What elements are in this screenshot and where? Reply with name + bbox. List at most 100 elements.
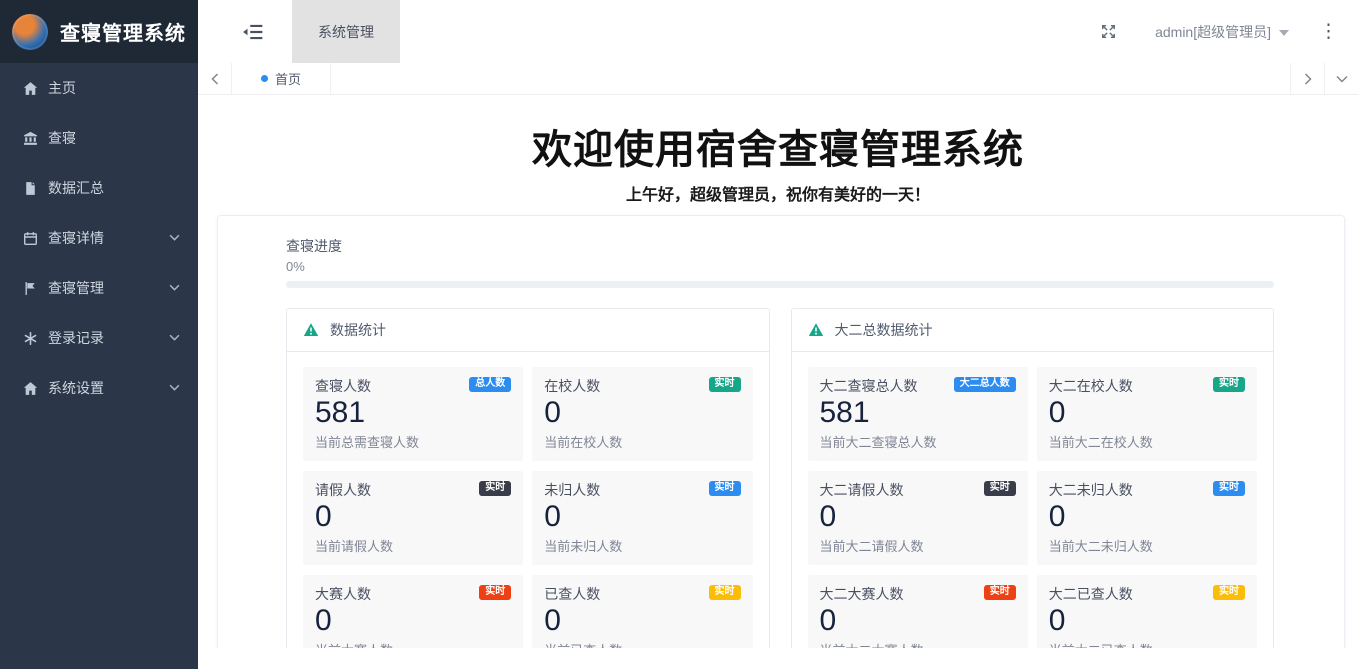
stat-value: 0: [1049, 501, 1245, 533]
stat-label: 大二已查人数: [1049, 585, 1133, 603]
stat-card: 大二查寝总人数 大二总人数 581 当前大二查寝总人数: [808, 367, 1028, 461]
stat-label: 大二大赛人数: [820, 585, 904, 603]
stat-badge: 实时: [1213, 585, 1245, 600]
more-actions-icon[interactable]: ⋮: [1315, 20, 1342, 43]
panel-header: 数据统计: [287, 309, 769, 352]
stat-value: 0: [1049, 397, 1245, 429]
stat-footer: 当前大二未归人数: [1049, 536, 1245, 555]
stat-footer: 当前已查人数: [544, 640, 740, 648]
stat-card: 大赛人数 实时 0 当前大赛人数: [303, 575, 523, 648]
stat-card: 大二在校人数 实时 0 当前大二在校人数: [1037, 367, 1257, 461]
stat-footer: 当前总需查寝人数: [315, 432, 511, 451]
dashboard-card: 查寝进度 0% 数据统计: [217, 215, 1345, 648]
main-content: 欢迎使用宿舍查寝管理系统 上午好，超级管理员，祝你有美好的一天！ 查寝进度 0%: [198, 95, 1358, 648]
stat-footer: 当前大二在校人数: [1049, 432, 1245, 451]
bank-icon: [22, 130, 38, 146]
active-tab-dot: [261, 75, 268, 82]
stat-footer: 当前未归人数: [544, 536, 740, 555]
sidebar-item-label: 登录记录: [48, 328, 169, 348]
stat-label: 大赛人数: [315, 585, 371, 603]
sidebar-item-1[interactable]: 查寝: [0, 113, 198, 163]
topbar: 系统管理 admin[超级管理员] ⋮: [198, 0, 1358, 63]
stat-card: 未归人数 实时 0 当前未归人数: [532, 471, 752, 565]
fullscreen-icon[interactable]: [1095, 19, 1121, 45]
app-root: 查寝管理系统 主页 查寝 数据汇总 查寝详情 查寝管理 登录记录 系统设置: [0, 0, 1358, 669]
app-logo-area: 查寝管理系统: [0, 0, 198, 63]
stat-value: 0: [820, 605, 1016, 637]
stat-footer: 当前大二查寝总人数: [820, 432, 1016, 451]
stat-card: 大二未归人数 实时 0 当前大二未归人数: [1037, 471, 1257, 565]
app-logo: [12, 14, 48, 50]
stat-label: 大二未归人数: [1049, 481, 1133, 499]
tab-home[interactable]: 首页: [232, 63, 331, 94]
stat-badge: 实时: [479, 481, 511, 496]
stat-label: 未归人数: [544, 481, 600, 499]
sidebar-item-5[interactable]: 登录记录: [0, 313, 198, 363]
panel-body: 查寝人数 总人数 581 当前总需查寝人数 在校人数 实时 0 当前在校人数 请…: [287, 352, 769, 648]
chevron-down-icon: [169, 284, 180, 292]
sidebar-item-3[interactable]: 查寝详情: [0, 213, 198, 263]
sidebar-item-label: 查寝详情: [48, 228, 169, 248]
stat-label: 大二请假人数: [820, 481, 904, 499]
sidebar-item-label: 查寝: [48, 128, 180, 148]
sidebar-item-label: 系统设置: [48, 378, 169, 398]
stat-badge: 实时: [1213, 377, 1245, 392]
stat-card: 大二请假人数 实时 0 当前大二请假人数: [808, 471, 1028, 565]
stat-footer: 当前大二已查人数: [1049, 640, 1245, 648]
user-dropdown[interactable]: admin[超级管理员]: [1155, 22, 1289, 42]
stat-value: 0: [820, 501, 1016, 533]
stat-label: 大二在校人数: [1049, 377, 1133, 395]
stat-footer: 当前大二大赛人数: [820, 640, 1016, 648]
panel-title: 大二总数据统计: [835, 320, 933, 340]
app-title: 查寝管理系统: [60, 17, 186, 46]
stat-value: 0: [1049, 605, 1245, 637]
tab-system-management-label: 系统管理: [318, 22, 374, 42]
tabs-scroll-right-icon[interactable]: [1290, 63, 1324, 94]
tabs-scroll-left-icon[interactable]: [198, 63, 232, 94]
stats-panels: 数据统计 查寝人数 总人数 581 当前总需查寝人数 在校人数 实时 0 当前在…: [286, 308, 1274, 648]
stat-label: 在校人数: [544, 377, 600, 395]
sidebar-item-6[interactable]: 系统设置: [0, 363, 198, 413]
sidebar-item-label: 数据汇总: [48, 178, 180, 198]
stat-card: 大二已查人数 实时 0 当前大二已查人数: [1037, 575, 1257, 648]
stat-value: 0: [544, 397, 740, 429]
stat-card: 查寝人数 总人数 581 当前总需查寝人数: [303, 367, 523, 461]
stat-label: 大二查寝总人数: [820, 377, 918, 395]
chevron-down-icon: [169, 384, 180, 392]
tab-home-label: 首页: [275, 69, 301, 88]
stat-badge: 总人数: [469, 377, 511, 392]
stat-badge: 实时: [709, 377, 741, 392]
document-icon: [22, 180, 38, 196]
tab-system-management[interactable]: 系统管理: [292, 0, 400, 63]
stat-card: 已查人数 实时 0 当前已查人数: [532, 575, 752, 648]
chevron-down-icon: [169, 334, 180, 342]
stat-label: 已查人数: [544, 585, 600, 603]
panel-title: 数据统计: [330, 320, 386, 340]
sidebar-item-2[interactable]: 数据汇总: [0, 163, 198, 213]
warning-icon: [808, 322, 824, 338]
sidebar-item-0[interactable]: 主页: [0, 63, 198, 113]
stat-label: 查寝人数: [315, 377, 371, 395]
panel-body: 大二查寝总人数 大二总人数 581 当前大二查寝总人数 大二在校人数 实时 0 …: [792, 352, 1274, 648]
tabs-menu-icon[interactable]: [1324, 63, 1358, 94]
tabs-spacer: [331, 63, 1290, 94]
stat-card: 大二大赛人数 实时 0 当前大二大赛人数: [808, 575, 1028, 648]
stat-badge: 大二总人数: [954, 377, 1016, 392]
stat-value: 0: [544, 605, 740, 637]
panel-data-stats: 数据统计 查寝人数 总人数 581 当前总需查寝人数 在校人数 实时 0 当前在…: [286, 308, 770, 648]
stat-value: 581: [315, 397, 511, 429]
progress-percent: 0%: [286, 259, 1274, 274]
stat-footer: 当前在校人数: [544, 432, 740, 451]
sidebar: 查寝管理系统 主页 查寝 数据汇总 查寝详情 查寝管理 登录记录 系统设置: [0, 0, 198, 669]
asterisk-icon: [22, 330, 38, 346]
sidebar-item-4[interactable]: 查寝管理: [0, 263, 198, 313]
stat-value: 0: [315, 501, 511, 533]
stat-value: 0: [544, 501, 740, 533]
sidebar-fold-icon[interactable]: [240, 19, 266, 45]
stat-badge: 实时: [984, 481, 1016, 496]
stat-badge: 实时: [1213, 481, 1245, 496]
page-title: 欢迎使用宿舍查寝管理系统: [198, 117, 1358, 175]
caret-down-icon: [1279, 30, 1289, 36]
stat-badge: 实时: [479, 585, 511, 600]
panel-header: 大二总数据统计: [792, 309, 1274, 352]
